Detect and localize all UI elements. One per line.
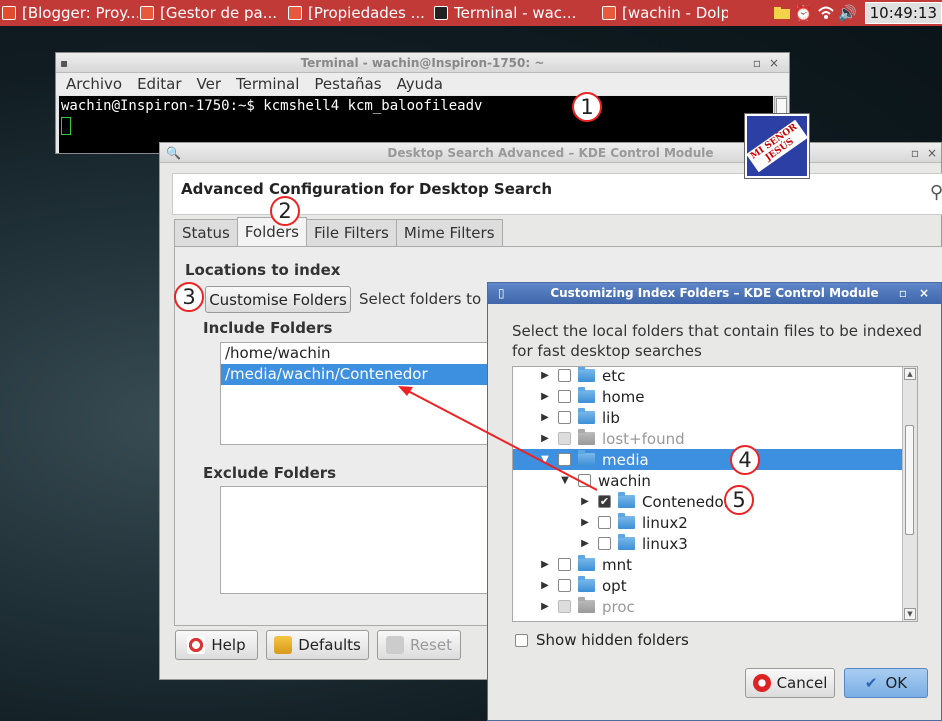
annotation-arrow [398, 386, 598, 491]
callout-1: 1 [572, 92, 602, 122]
callout-4: 4 [730, 445, 760, 475]
callout-5: 5 [724, 485, 754, 515]
callout-3: 3 [174, 282, 204, 312]
callout-2: 2 [270, 196, 300, 226]
